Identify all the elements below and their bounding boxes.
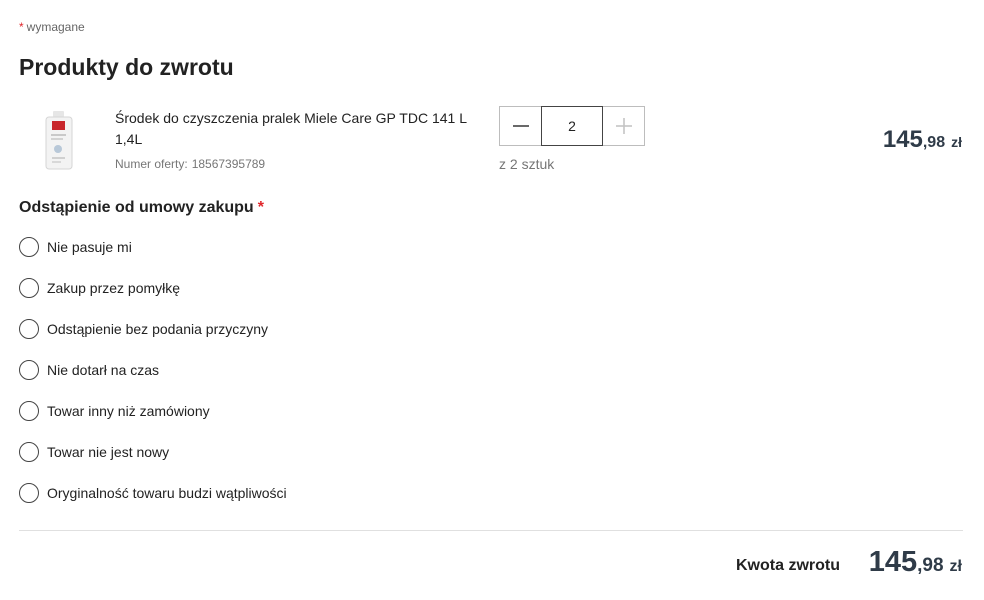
radio-label: Nie pasuje mi bbox=[47, 239, 132, 255]
refund-integer: 145 bbox=[868, 546, 918, 578]
section-title: Produkty do zwrotu bbox=[19, 54, 234, 80]
refund-decimal: ,98 bbox=[917, 555, 944, 576]
radio-button[interactable] bbox=[19, 401, 39, 421]
refund-amount: 145,98 zł bbox=[869, 546, 962, 579]
price-integer: 145 bbox=[882, 126, 923, 153]
radio-option-bez-przyczyny[interactable]: Odstąpienie bez podania przyczyny bbox=[19, 318, 287, 340]
reasons-title-text: Odstąpienie od umowy zakupu bbox=[19, 199, 254, 216]
offer-number-label: Numer oferty: bbox=[115, 157, 188, 171]
return-form: * wymagane Produkty do zwrotu Środek do c… bbox=[0, 0, 984, 600]
reasons-title: Odstąpienie od umowy zakupu * bbox=[19, 199, 264, 217]
offer-number-value: 18567395789 bbox=[191, 157, 266, 171]
price-currency: zł bbox=[951, 134, 962, 150]
minus-icon bbox=[512, 125, 529, 127]
product-bottle-icon bbox=[38, 108, 80, 174]
radio-label: Zakup przez pomyłkę bbox=[47, 280, 181, 296]
radio-option-oryginalnosc[interactable]: Oryginalność towaru budzi wątpliwości bbox=[19, 482, 287, 504]
radio-label: Nie dotarł na czas bbox=[47, 362, 160, 378]
radio-button[interactable] bbox=[19, 319, 39, 339]
price-decimal: ,98 bbox=[922, 134, 946, 151]
reasons-required-star: * bbox=[257, 199, 264, 216]
radio-label: Towar nie jest nowy bbox=[47, 444, 170, 460]
reasons-radio-group: Nie pasuje mi Zakup przez pomyłkę Odstąp… bbox=[19, 236, 287, 523]
radio-button[interactable] bbox=[19, 483, 39, 503]
required-note-text: wymagane bbox=[26, 20, 85, 34]
refund-amount-label: Kwota zwrotu bbox=[736, 557, 840, 574]
quantity-input[interactable]: 2 bbox=[541, 106, 603, 146]
radio-option-nie-pasuje[interactable]: Nie pasuje mi bbox=[19, 236, 287, 258]
radio-button[interactable] bbox=[19, 237, 39, 257]
radio-label: Oryginalność towaru budzi wątpliwości bbox=[47, 485, 287, 501]
required-note: * wymagane bbox=[19, 20, 85, 34]
radio-label: Odstąpienie bez podania przyczyny bbox=[47, 321, 269, 337]
decrease-quantity-button[interactable] bbox=[500, 107, 541, 145]
radio-button[interactable] bbox=[19, 278, 39, 298]
radio-option-nie-nowy[interactable]: Towar nie jest nowy bbox=[19, 441, 287, 463]
product-name[interactable]: Środek do czyszczenia pralek Miele Care … bbox=[115, 108, 480, 150]
radio-option-inny-towar[interactable]: Towar inny niż zamówiony bbox=[19, 400, 287, 422]
radio-button[interactable] bbox=[19, 360, 39, 380]
radio-label: Towar inny niż zamówiony bbox=[47, 403, 210, 419]
radio-button[interactable] bbox=[19, 442, 39, 462]
product-price: 145,98 zł bbox=[883, 126, 962, 154]
stock-info: z 2 sztuk bbox=[499, 156, 555, 172]
plus-icon bbox=[615, 118, 632, 134]
radio-option-pomylka[interactable]: Zakup przez pomyłkę bbox=[19, 277, 287, 299]
increase-quantity-button[interactable] bbox=[603, 107, 644, 145]
offer-number: Numer oferty: 18567395789 bbox=[115, 157, 265, 171]
quantity-stepper: 2 bbox=[499, 106, 645, 146]
radio-option-nie-dotarl[interactable]: Nie dotarł na czas bbox=[19, 359, 287, 381]
divider bbox=[19, 530, 963, 531]
refund-currency: zł bbox=[949, 558, 962, 575]
required-star: * bbox=[19, 20, 24, 34]
